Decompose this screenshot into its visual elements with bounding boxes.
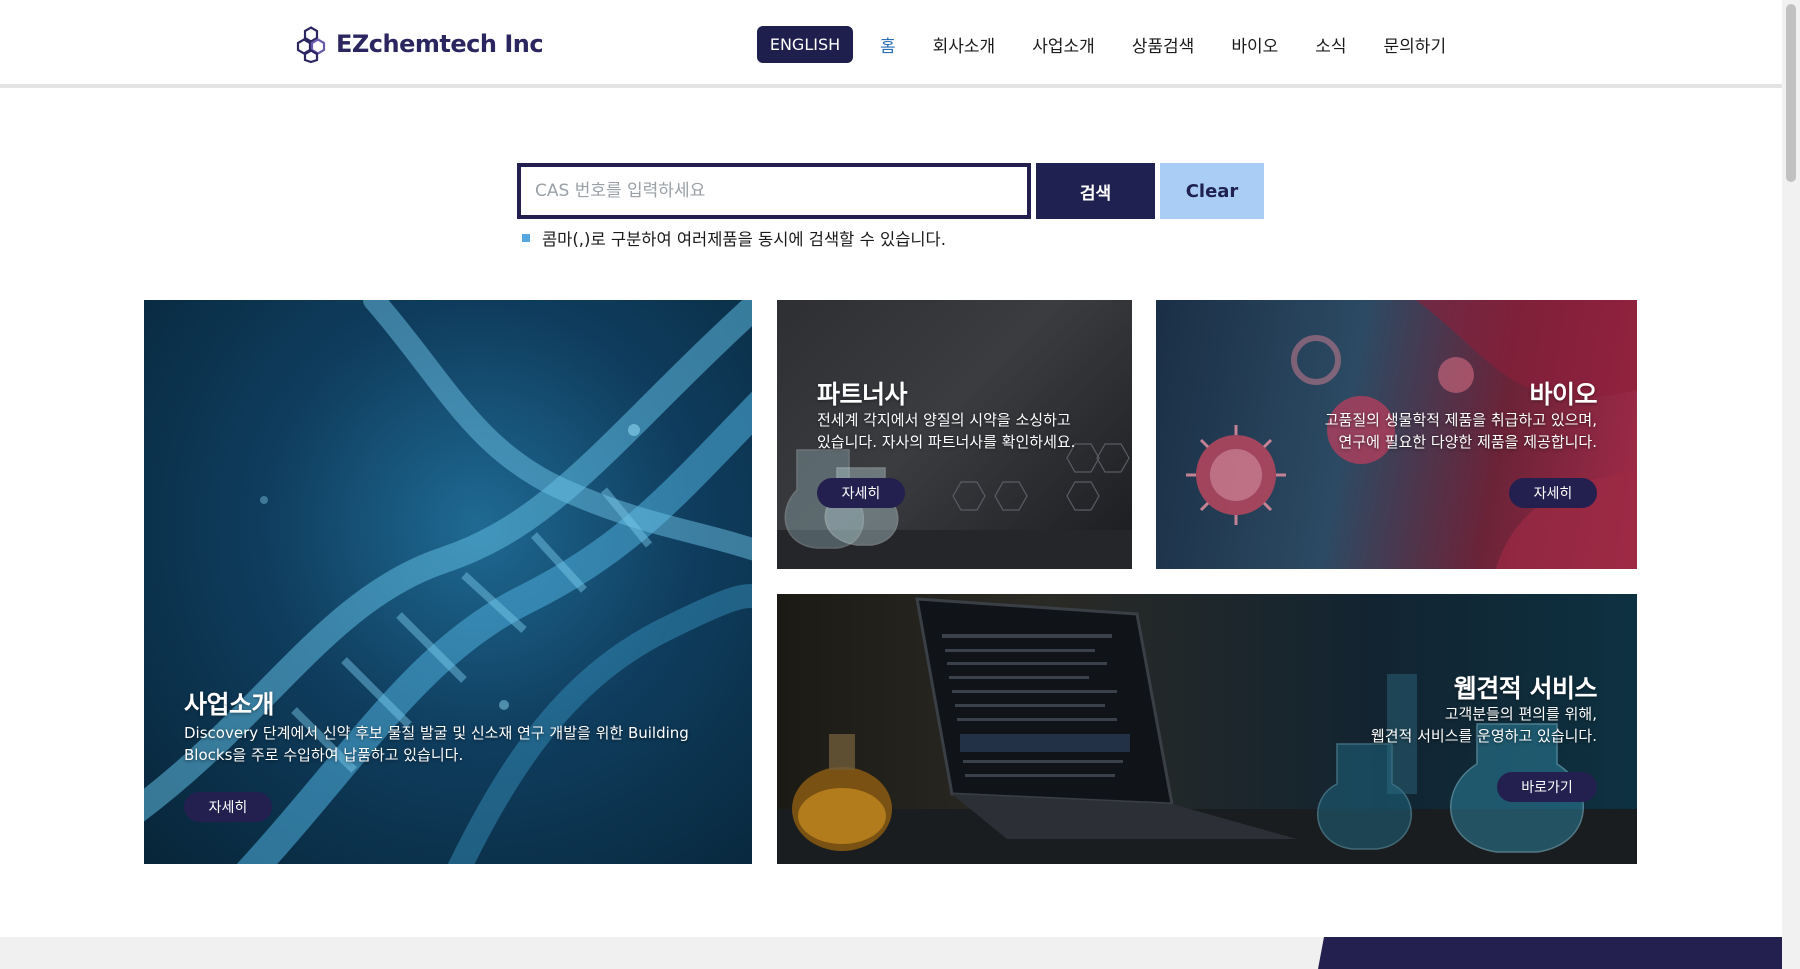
search-button[interactable]: 검색 (1036, 163, 1155, 219)
nav-item-company[interactable]: 회사소개 (933, 32, 996, 57)
nav-item-business[interactable]: 사업소개 (1032, 32, 1095, 57)
card-partner-title: 파트너사 (817, 380, 908, 409)
card-partner-desc-line2: 있습니다. 자사의 파트너사를 확인하세요. (817, 433, 1076, 451)
nav-item-product-search[interactable]: 상품검색 (1132, 32, 1195, 57)
card-web-title: 웹견적 서비스 (1453, 674, 1598, 703)
card-bio-detail-button[interactable]: 자세히 (1509, 478, 1597, 508)
logo[interactable]: EZchemtech Inc (292, 24, 544, 64)
card-partner-detail-button[interactable]: 자세히 (817, 478, 905, 508)
clear-button[interactable]: Clear (1160, 163, 1264, 219)
card-partner: 파트너사 전세계 각지에서 양질의 시약을 소싱하고 있습니다. 자사의 파트너… (777, 300, 1132, 569)
dna-helix-image (144, 300, 752, 864)
site-header: EZchemtech Inc ENGLISH 홈 회사소개 사업소개 상품검색 … (0, 0, 1782, 88)
square-bullet-icon (522, 234, 530, 242)
card-web-go-button[interactable]: 바로가기 (1497, 772, 1597, 802)
logo-text: EZchemtech Inc (336, 30, 544, 58)
search-hint: 콤마(,)로 구분하여 여러제품을 동시에 검색할 수 있습니다. (522, 226, 946, 250)
page: EZchemtech Inc ENGLISH 홈 회사소개 사업소개 상품검색 … (0, 0, 1800, 969)
search-hint-text: 콤마(,)로 구분하여 여러제품을 동시에 검색할 수 있습니다. (542, 230, 946, 249)
card-business-desc-line2: Blocks을 주로 수입하여 납품하고 있습니다. (184, 746, 464, 764)
footer-accent (1318, 937, 1782, 969)
nav-item-bio[interactable]: 바이오 (1231, 32, 1278, 57)
card-business-desc-line1: Discovery 단계에서 신약 후보 물질 발굴 및 신소재 연구 개발을 … (184, 724, 689, 742)
card-web-desc-line2: 웹견적 서비스를 운영하고 있습니다. (1370, 727, 1597, 745)
card-bio-desc-line1: 고품질의 생물학적 제품을 취급하고 있으며, (1324, 411, 1597, 429)
scrollbar-thumb[interactable] (1786, 4, 1796, 182)
card-partner-desc-line1: 전세계 각지에서 양질의 시약을 소싱하고 (817, 411, 1071, 429)
card-bio-title: 바이오 (1529, 380, 1597, 409)
card-business-detail-button[interactable]: 자세히 (184, 792, 272, 822)
main-nav: 홈 회사소개 사업소개 상품검색 바이오 소식 문의하기 (880, 26, 1483, 63)
nav-item-home[interactable]: 홈 (880, 32, 896, 57)
hexagon-logo-icon (296, 26, 326, 63)
card-web-quote: 웹견적 서비스 고객분들의 편의를 위해, 웹견적 서비스를 운영하고 있습니다… (777, 594, 1637, 864)
card-business: 사업소개 Discovery 단계에서 신약 후보 물질 발굴 및 신소재 연구… (144, 300, 752, 864)
nav-item-contact[interactable]: 문의하기 (1384, 32, 1447, 57)
english-button[interactable]: ENGLISH (757, 26, 853, 63)
card-web-desc-line1: 고객분들의 편의를 위해, (1444, 705, 1597, 723)
card-bio-desc-line2: 연구에 필요한 다양한 제품을 제공합니다. (1338, 433, 1597, 451)
nav-item-news[interactable]: 소식 (1315, 32, 1346, 57)
card-bio: 바이오 고품질의 생물학적 제품을 취급하고 있으며, 연구에 필요한 다양한 … (1156, 300, 1637, 569)
card-business-title: 사업소개 (184, 690, 275, 719)
cas-search-input[interactable] (517, 163, 1031, 219)
